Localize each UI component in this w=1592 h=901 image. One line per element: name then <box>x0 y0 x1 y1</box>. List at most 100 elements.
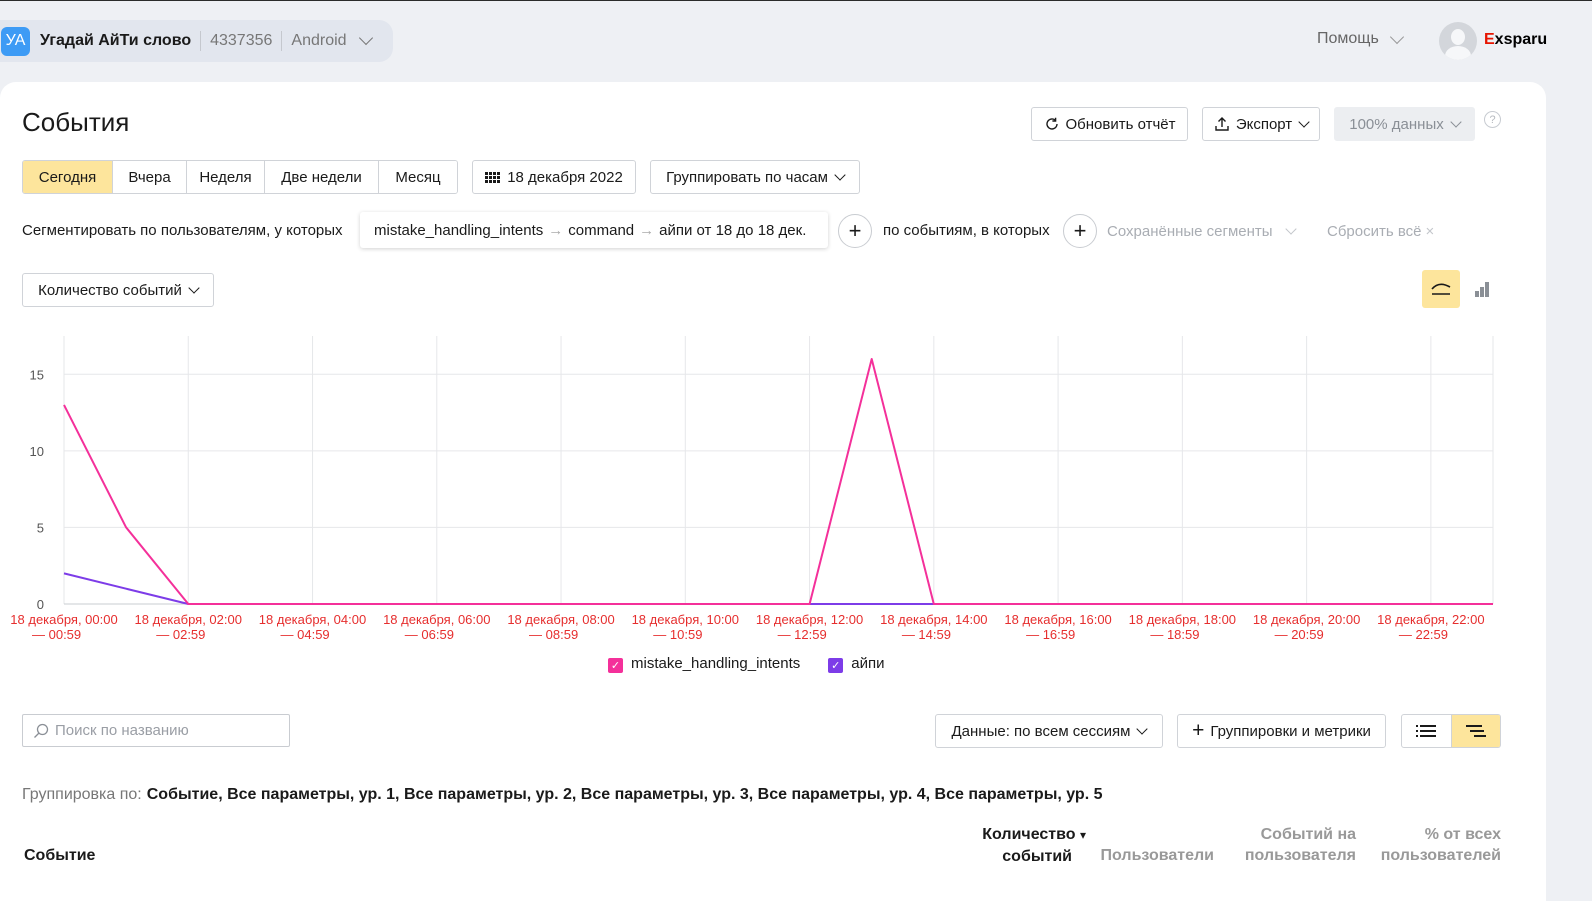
x-tick-label: — 14:59 <box>902 627 951 642</box>
avatar[interactable] <box>1439 22 1477 60</box>
segment-event: mistake_handling_intents <box>374 221 544 239</box>
column-header-label: Количество <box>982 826 1076 843</box>
refresh-report-button[interactable]: Обновить отчёт <box>1031 107 1188 141</box>
search-input[interactable] <box>55 722 275 739</box>
line-chart-toggle[interactable] <box>1422 270 1460 308</box>
groupings-metrics-button[interactable]: + Группировки и метрики <box>1177 714 1386 748</box>
metric-dropdown[interactable]: Количество событий <box>22 273 214 307</box>
add-event-segment-button[interactable]: + <box>1063 214 1097 248</box>
chevron-down-icon <box>358 30 373 46</box>
data-scope-dropdown[interactable]: Данные: по всем сессиям <box>935 714 1163 748</box>
column-header-label: Событий на <box>1260 826 1356 843</box>
data-scope-label: Данные: по всем сессиям <box>951 722 1131 740</box>
column-header-event-count[interactable]: Количество ▾ событий <box>958 824 1086 867</box>
grouping-summary: Группировка по: Событие, Все параметры, у… <box>22 786 1103 804</box>
column-header-users[interactable]: Пользователи <box>1090 845 1214 866</box>
divider <box>200 31 202 51</box>
x-tick-label: — 06:59 <box>405 627 454 642</box>
column-header-events-per-user[interactable]: Событий на пользователя <box>1226 824 1356 866</box>
reset-all-button[interactable]: Сбросить всё × <box>1327 223 1434 240</box>
legend-item-mistake-handling-intents[interactable]: ✓ mistake_handling_intents <box>608 654 800 673</box>
app-switcher[interactable]: УА Угадай АйТи слово 4337356 Android <box>0 20 393 62</box>
period-month[interactable]: Месяц <box>379 161 457 193</box>
export-button[interactable]: Экспорт <box>1202 107 1320 141</box>
x-tick-label: 18 декабря, 04:00 <box>259 612 366 627</box>
y-tick-label: 5 <box>37 520 44 535</box>
arrow-right-icon: → <box>548 221 564 239</box>
divider <box>281 31 283 51</box>
x-tick-label: 18 декабря, 16:00 <box>1004 612 1111 627</box>
groupings-metrics-label: Группировки и метрики <box>1210 722 1371 740</box>
x-tick-label: — 10:59 <box>653 627 702 642</box>
export-label: Экспорт <box>1235 115 1293 133</box>
x-tick-label: — 08:59 <box>529 627 578 642</box>
checkbox-checked-icon: ✓ <box>828 658 844 673</box>
chevron-down-icon <box>1450 115 1462 128</box>
x-tick-label: 18 декабря, 18:00 <box>1129 612 1236 627</box>
app-logo: УА <box>1 26 30 56</box>
series-line <box>63 358 1493 605</box>
chevron-down-icon <box>1389 29 1404 44</box>
calendar-icon <box>485 171 501 183</box>
help-label: Помощь <box>1317 30 1379 47</box>
period-yesterday[interactable]: Вчера <box>113 161 187 193</box>
chevron-down-icon <box>1298 115 1310 128</box>
window-top-border <box>0 0 1592 1</box>
period-presets: Сегодня Вчера Неделя Две недели Месяц <box>22 160 458 194</box>
tree-view-button[interactable] <box>1450 715 1500 747</box>
saved-segments-label: Сохранённые сегменты <box>1107 223 1273 240</box>
x-tick-label: — 16:59 <box>1026 627 1075 642</box>
legend-label: mistake_handling_intents <box>631 655 801 672</box>
app-name: Угадай АйТи слово <box>40 32 192 49</box>
add-user-segment-button[interactable]: + <box>838 214 872 248</box>
column-header-event[interactable]: Событие <box>24 845 95 866</box>
x-tick-label: — 18:59 <box>1150 627 1199 642</box>
upload-icon <box>1215 117 1229 131</box>
table-view-toggle <box>1401 714 1501 748</box>
question-icon[interactable]: ? <box>1484 111 1501 128</box>
x-tick-label: — 22:59 <box>1399 627 1448 642</box>
page-title: События <box>22 107 130 137</box>
x-tick-label: — 12:59 <box>778 627 827 642</box>
period-week[interactable]: Неделя <box>187 161 265 193</box>
x-tick-label: 18 декабря, 00:00 <box>10 612 117 627</box>
help-menu[interactable]: Помощь <box>1317 29 1404 48</box>
column-header-label: пользователя <box>1244 847 1356 864</box>
grouping-value[interactable]: Событие, Все параметры, ур. 1, Все парам… <box>147 786 1103 803</box>
tree-list-icon <box>1465 725 1486 737</box>
user-name-first-letter: E <box>1484 31 1495 48</box>
segment-condition-chip[interactable]: mistake_handling_intents → command → айп… <box>360 212 828 248</box>
legend-item-aipi[interactable]: ✓ айпи <box>828 654 885 673</box>
chart-legend: ✓ mistake_handling_intents ✓ айпи <box>608 654 885 673</box>
x-tick-label: 18 декабря, 22:00 <box>1377 612 1484 627</box>
saved-segments-dropdown[interactable]: Сохранённые сегменты <box>1107 223 1297 240</box>
x-tick-label: 18 декабря, 14:00 <box>880 612 987 627</box>
date-picker[interactable]: 18 декабря 2022 <box>472 160 636 194</box>
column-header-label: % от всех <box>1424 826 1501 843</box>
period-two-weeks[interactable]: Две недели <box>265 161 379 193</box>
reset-all-label: Сбросить всё <box>1327 223 1422 240</box>
flat-list-view-button[interactable] <box>1402 715 1451 747</box>
sampling-dropdown[interactable]: 100% данных <box>1334 107 1475 141</box>
metric-label: Количество событий <box>38 281 182 299</box>
x-tick-label: 18 декабря, 20:00 <box>1253 612 1360 627</box>
y-tick-label: 15 <box>30 367 44 382</box>
column-header-label: пользователей <box>1380 847 1501 864</box>
period-today[interactable]: Сегодня <box>23 161 113 193</box>
column-header-percent-users[interactable]: % от всех пользователей <box>1370 824 1501 866</box>
checkbox-checked-icon: ✓ <box>608 658 623 673</box>
search-field[interactable] <box>22 714 290 747</box>
close-icon: × <box>1425 223 1435 240</box>
bar-chart-toggle[interactable] <box>1463 270 1501 308</box>
refresh-icon <box>1045 117 1058 130</box>
segment-events-label: по событиям, в которых <box>883 222 1050 239</box>
y-tick-label: 10 <box>30 444 44 459</box>
legend-label: айпи <box>851 655 885 672</box>
x-tick-label: — 20:59 <box>1275 627 1324 642</box>
user-name[interactable]: Exsparu <box>1484 31 1547 49</box>
grouping-label: Группировка по: <box>22 786 142 803</box>
group-by-label: Группировать по часам <box>666 168 828 186</box>
segment-param: command <box>568 221 635 239</box>
group-by-dropdown[interactable]: Группировать по часам <box>650 160 860 194</box>
sampling-label: 100% данных <box>1349 115 1444 133</box>
